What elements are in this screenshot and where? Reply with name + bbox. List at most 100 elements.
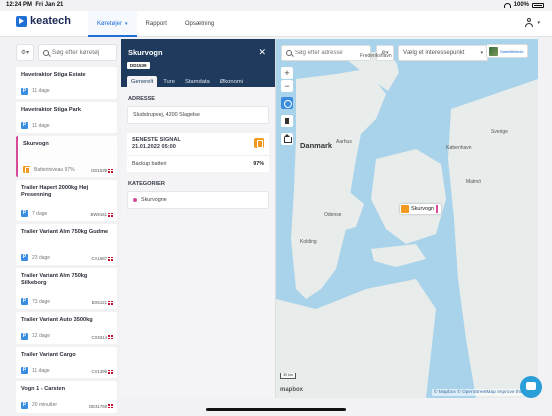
detail-plate: DD1539 xyxy=(127,62,150,69)
logo-mark-icon xyxy=(16,16,27,27)
vehicle-meta: 23 dage xyxy=(32,255,50,261)
vehicle-map-marker[interactable]: Skurvogn xyxy=(400,204,441,214)
denmark-flag-icon xyxy=(108,370,113,374)
vehicle-name: Havetraktor Stiga Park xyxy=(21,107,112,114)
vehicle-meta: 11 dage xyxy=(32,88,50,94)
last-signal-time: 21.01.2022 05:00 xyxy=(132,144,264,151)
tab-general[interactable]: Generelt xyxy=(127,76,157,87)
vehicle-meta: 20 minutter xyxy=(32,402,57,408)
wifi-icon xyxy=(504,3,511,8)
vehicle-list: Havetraktor Stiga Estate P11 dage Havetr… xyxy=(16,67,117,416)
zoom-in-button[interactable]: + xyxy=(281,67,293,79)
vehicle-card[interactable]: Trailer Variant Auto 3500kg P12 dage CX5… xyxy=(16,312,117,344)
battery-percent: 100% xyxy=(514,2,529,8)
logo-text: keatech xyxy=(30,15,71,27)
battery-icon xyxy=(532,3,544,8)
license-plate: DD1539 xyxy=(91,168,113,173)
home-indicator xyxy=(206,408,346,411)
address-heading: ADRESSE xyxy=(128,96,268,102)
map-label-country: Danmark xyxy=(300,141,332,150)
map-label-city: Sverige xyxy=(491,129,508,135)
vehicle-card[interactable]: Vogn 1 - Carsten P20 minutter DE31768 xyxy=(16,381,117,413)
vehicle-card[interactable]: Trailer Variant Cargo P11 dage CV1396 xyxy=(16,347,117,379)
poi-select[interactable]: Vælg et interessepunkt▾ xyxy=(398,45,488,61)
map-label-city: København xyxy=(446,145,472,151)
vehicle-meta: 7 dage xyxy=(32,211,47,217)
ios-status-bar: 12:24 PM Fri Jan 21 100% xyxy=(0,0,552,11)
vehicle-search-input[interactable] xyxy=(52,49,112,56)
tab-vehicles[interactable]: Køretøjer▾ xyxy=(88,11,137,37)
vehicle-meta: 11 dage xyxy=(32,368,50,374)
vehicle-card[interactable]: Trailer Hapert 2000kg Høj Presenning P 7 … xyxy=(16,180,117,221)
map-scale: 30 km xyxy=(280,373,296,379)
license-plate: CX5314 xyxy=(91,335,113,340)
tab-master-data[interactable]: Stamdata xyxy=(181,76,214,87)
backup-battery-label: Backup batteri xyxy=(132,161,166,167)
parked-badge: P xyxy=(21,402,28,409)
chat-icon[interactable] xyxy=(520,376,542,398)
denmark-flag-icon xyxy=(108,404,113,408)
address-section: ADRESSE Sludstrupvej, 4200 Slagelse xyxy=(127,96,269,124)
vehicle-meta: 11 dage xyxy=(32,123,50,129)
tab-report[interactable]: Rapport xyxy=(137,11,176,37)
tab-settings[interactable]: Opsætning xyxy=(176,11,223,37)
mapbox-logo: mapbox xyxy=(280,387,303,393)
vehicle-card-selected[interactable]: Skurvogn Batteriniveau 97% DD1539 xyxy=(16,136,117,177)
vehicle-name: Havetraktor Stiga Estate xyxy=(21,72,112,79)
jutland-land xyxy=(291,69,386,299)
zoom-out-button[interactable]: − xyxy=(281,80,293,92)
chevron-down-icon: ▾ xyxy=(480,46,483,60)
layers-icon[interactable] xyxy=(281,115,293,127)
main-tabs: Køretøjer▾ Rapport Opsætning xyxy=(88,11,223,37)
search-icon xyxy=(286,50,292,56)
backup-battery-value: 97% xyxy=(253,161,264,167)
vehicle-name: Trailer Variant Alm 750kg Gudme xyxy=(21,229,112,236)
tab-trips[interactable]: Ture xyxy=(159,76,179,87)
license-plate: CA1587 xyxy=(91,256,113,261)
map-label-city: Malmö xyxy=(466,179,481,185)
map-label-city: Frederikshavn xyxy=(360,53,392,59)
address-search-input[interactable] xyxy=(295,50,370,56)
denmark-flag-icon xyxy=(108,335,113,339)
vehicle-meta: Batteriniveau 97% xyxy=(34,167,75,173)
categories-section: KATEGORIER Skurvogne xyxy=(127,181,269,209)
sweden-land xyxy=(448,79,538,398)
categories-heading: KATEGORIER xyxy=(128,181,268,187)
vehicle-card[interactable]: Trailer Variant Alm 750kg Gudme P 23 dage… xyxy=(16,224,117,265)
satellite-toggle[interactable]: Satellitbillede xyxy=(486,44,528,58)
vehicle-card[interactable]: Trailer Variant Alm 750kg Silkeborg P73 … xyxy=(16,268,117,309)
parked-badge: P xyxy=(21,122,28,129)
last-signal-section: SENESTE SIGNAL 21.01.2022 05:00 xyxy=(127,133,269,155)
map-view[interactable]: ⚙▾ Vælg et interessepunkt▾ Satellitbille… xyxy=(276,39,538,398)
search-icon xyxy=(43,50,49,56)
parked-badge: P xyxy=(21,254,28,261)
battery-marker-icon xyxy=(401,205,409,213)
address-search xyxy=(281,45,371,61)
filter-button[interactable]: ⚙▾ xyxy=(16,44,34,61)
vehicle-name: Skurvogn xyxy=(23,141,112,148)
user-menu-chevron-icon[interactable]: ▾ xyxy=(537,20,540,26)
map-label-city: Aarhus xyxy=(336,139,352,145)
user-icon[interactable] xyxy=(524,18,534,28)
vehicle-name: Vogn 1 - Carsten xyxy=(21,386,112,393)
vehicle-card[interactable]: Havetraktor Stiga Park P 11 dage xyxy=(16,102,117,134)
parked-badge: P xyxy=(21,333,28,340)
parked-badge: P xyxy=(21,210,28,217)
tab-economy[interactable]: Økonomi xyxy=(216,76,247,87)
home-icon[interactable] xyxy=(281,133,293,145)
close-icon[interactable]: ✕ xyxy=(258,47,266,58)
vehicle-search xyxy=(38,44,117,61)
vehicle-name: Trailer Hapert 2000kg Høj Presenning xyxy=(21,185,112,199)
vehicle-name: Trailer Variant Cargo xyxy=(21,352,112,359)
lolland-land xyxy=(371,244,426,267)
top-navigation: keatech Køretøjer▾ Rapport Opsætning ▾ xyxy=(0,11,552,37)
satellite-thumbnail-icon xyxy=(489,47,498,56)
zealand-land xyxy=(371,149,446,244)
keatech-logo[interactable]: keatech xyxy=(16,15,71,27)
battery-warning-icon xyxy=(254,138,264,148)
map-label-city: Odense xyxy=(324,212,342,218)
vehicle-meta: 73 dage xyxy=(32,299,50,305)
address-value: Sludstrupvej, 4200 Slagelse xyxy=(127,106,269,124)
share-icon[interactable] xyxy=(281,97,293,109)
vehicle-card[interactable]: Havetraktor Stiga Estate P11 dage xyxy=(16,67,117,99)
